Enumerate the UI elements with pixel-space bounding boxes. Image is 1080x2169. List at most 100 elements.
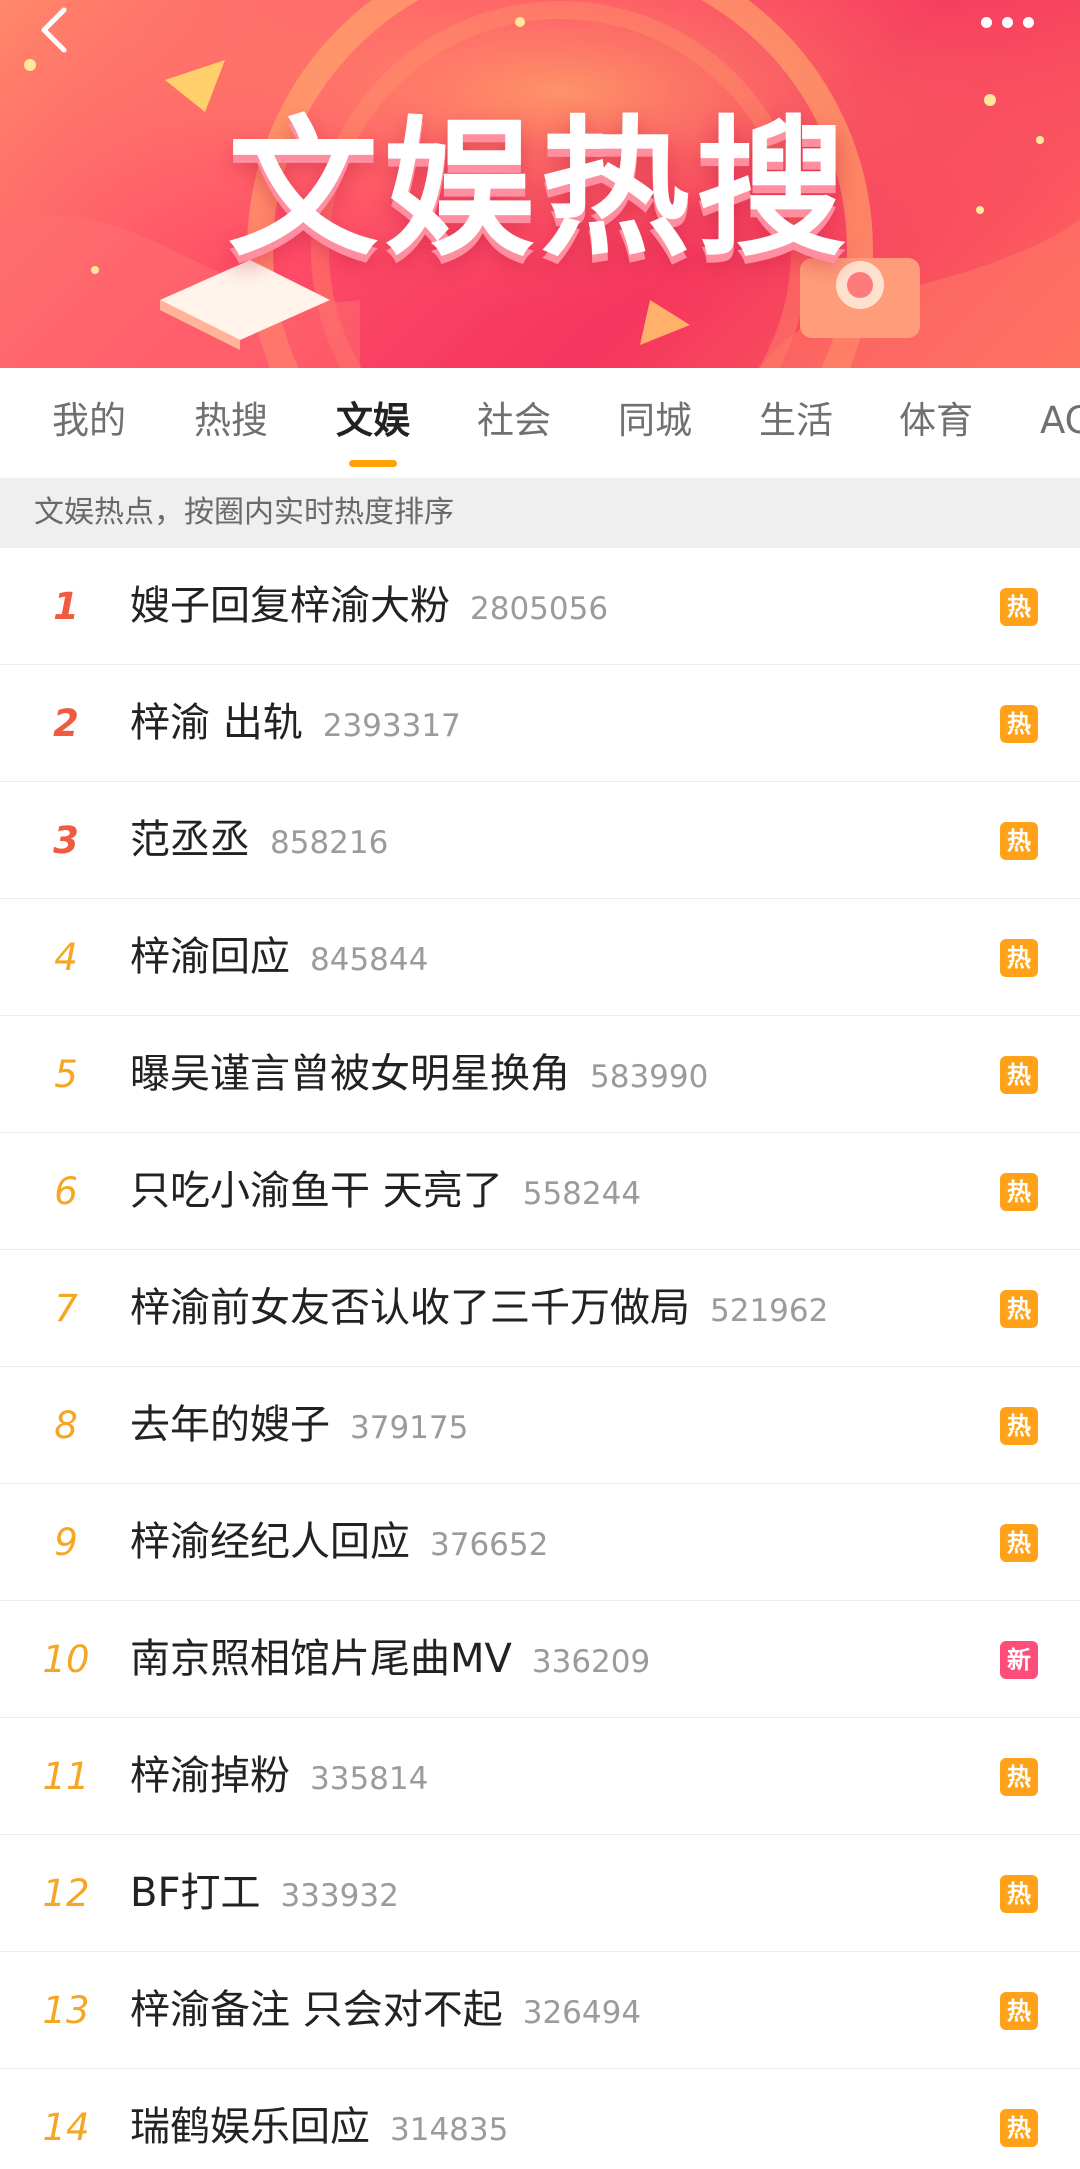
tab-society[interactable]: 社会 bbox=[477, 396, 551, 446]
list-item[interactable]: 11 梓渝掉粉 335814 热 bbox=[0, 1718, 1080, 1835]
rank-number: 14 bbox=[42, 2106, 90, 2149]
hot-badge: 热 bbox=[1000, 1407, 1038, 1445]
tab-local[interactable]: 同城 bbox=[618, 396, 692, 446]
heat-count: 376652 bbox=[430, 1527, 549, 1563]
item-title: 嫂子回复梓渝大粉 bbox=[130, 583, 450, 629]
more-button[interactable] bbox=[962, 2, 1052, 42]
rank-number: 1 bbox=[53, 585, 79, 628]
hot-badge: 热 bbox=[1000, 1290, 1038, 1328]
item-title: 瑞鹤娱乐回应 bbox=[130, 2104, 370, 2150]
item-text: 范丞丞 858216 bbox=[130, 782, 388, 899]
rank-number: 2 bbox=[53, 702, 79, 745]
item-title: 梓渝 出轨 bbox=[130, 700, 303, 746]
list-item[interactable]: 13 梓渝备注 只会对不起 326494 热 bbox=[0, 1952, 1080, 2069]
heat-count: 521962 bbox=[710, 1293, 829, 1329]
hot-badge: 热 bbox=[1000, 705, 1038, 743]
item-title: 南京照相馆片尾曲MV bbox=[130, 1636, 512, 1682]
hot-badge: 热 bbox=[1000, 1875, 1038, 1913]
list-item[interactable]: 3 范丞丞 858216 热 bbox=[0, 782, 1080, 899]
list-item[interactable]: 7 梓渝前女友否认收了三千万做局 521962 热 bbox=[0, 1250, 1080, 1367]
heat-count: 379175 bbox=[350, 1410, 469, 1446]
heat-count: 2805056 bbox=[470, 591, 609, 627]
more-dot bbox=[1001, 16, 1013, 28]
category-tabs: 我的 热搜 文娱 社会 同城 生活 体育 AC bbox=[0, 368, 1080, 478]
rank-number: 12 bbox=[42, 1872, 90, 1915]
heat-count: 335814 bbox=[310, 1761, 429, 1797]
rank-number: 5 bbox=[54, 1053, 78, 1096]
item-text: 梓渝掉粉 335814 bbox=[130, 1718, 428, 1835]
item-title: 去年的嫂子 bbox=[130, 1402, 330, 1448]
item-text: 梓渝 出轨 2393317 bbox=[130, 665, 461, 782]
more-dot bbox=[1022, 16, 1034, 28]
new-badge: 新 bbox=[1000, 1641, 1038, 1679]
item-text: 嫂子回复梓渝大粉 2805056 bbox=[130, 548, 608, 665]
rank-number: 10 bbox=[42, 1638, 90, 1681]
heat-count: 583990 bbox=[590, 1059, 709, 1095]
list-item[interactable]: 14 瑞鹤娱乐回应 314835 热 bbox=[0, 2069, 1080, 2169]
list-item[interactable]: 9 梓渝经纪人回应 376652 热 bbox=[0, 1484, 1080, 1601]
list-item[interactable]: 6 只吃小渝鱼干 天亮了 558244 热 bbox=[0, 1133, 1080, 1250]
hot-badge: 热 bbox=[1000, 1056, 1038, 1094]
item-title: 梓渝回应 bbox=[130, 934, 290, 980]
item-text: 瑞鹤娱乐回应 314835 bbox=[130, 2069, 508, 2169]
rank-number: 6 bbox=[54, 1170, 78, 1213]
item-text: 南京照相馆片尾曲MV 336209 bbox=[130, 1601, 650, 1718]
item-title: 曝吴谨言曾被女明星换角 bbox=[130, 1051, 570, 1097]
item-text: 梓渝回应 845844 bbox=[130, 899, 428, 1016]
hot-badge: 热 bbox=[1000, 939, 1038, 977]
item-title: 只吃小渝鱼干 天亮了 bbox=[130, 1168, 503, 1214]
item-title: 梓渝经纪人回应 bbox=[130, 1519, 410, 1565]
heat-count: 858216 bbox=[270, 825, 389, 861]
heat-count: 333932 bbox=[280, 1878, 399, 1914]
item-title: BF打工 bbox=[130, 1870, 261, 1916]
heat-count: 2393317 bbox=[322, 708, 461, 744]
item-text: 梓渝备注 只会对不起 326494 bbox=[130, 1952, 641, 2069]
list-item[interactable]: 8 去年的嫂子 379175 热 bbox=[0, 1367, 1080, 1484]
item-text: 梓渝经纪人回应 376652 bbox=[130, 1484, 548, 1601]
list-item[interactable]: 4 梓渝回应 845844 热 bbox=[0, 899, 1080, 1016]
item-title: 梓渝掉粉 bbox=[130, 1753, 290, 1799]
item-text: 去年的嫂子 379175 bbox=[130, 1367, 468, 1484]
hot-search-list: 1 嫂子回复梓渝大粉 2805056 热 2 梓渝 出轨 2393317 热 3 范丞丞 85821… bbox=[0, 548, 1080, 2169]
tab-sports[interactable]: 体育 bbox=[899, 396, 973, 446]
banner-title: 文娱热搜 bbox=[227, 103, 852, 277]
item-title: 梓渝备注 只会对不起 bbox=[130, 1987, 503, 2033]
tab-mine[interactable]: 我的 bbox=[52, 396, 126, 446]
item-text: BF打工 333932 bbox=[130, 1835, 399, 1952]
hot-badge: 热 bbox=[1000, 588, 1038, 626]
list-item[interactable]: 12 BF打工 333932 热 bbox=[0, 1835, 1080, 1952]
heat-count: 326494 bbox=[522, 1995, 642, 2031]
heat-count: 314835 bbox=[390, 2112, 509, 2148]
heat-count: 558244 bbox=[522, 1176, 642, 1212]
rank-number: 7 bbox=[54, 1287, 78, 1330]
item-text: 梓渝前女友否认收了三千万做局 521962 bbox=[130, 1250, 828, 1367]
active-tab-indicator bbox=[349, 460, 397, 467]
heat-count: 845844 bbox=[310, 942, 429, 978]
hot-badge: 热 bbox=[1000, 1173, 1038, 1211]
rank-number: 13 bbox=[42, 1989, 90, 2032]
list-item[interactable]: 2 梓渝 出轨 2393317 热 bbox=[0, 665, 1080, 782]
hot-badge: 热 bbox=[1000, 2109, 1038, 2147]
list-item[interactable]: 5 曝吴谨言曾被女明星换角 583990 热 bbox=[0, 1016, 1080, 1133]
hot-badge: 热 bbox=[1000, 1524, 1038, 1562]
hot-badge: 热 bbox=[1000, 1992, 1038, 2030]
item-title: 梓渝前女友否认收了三千万做局 bbox=[130, 1285, 690, 1331]
more-dots-icon bbox=[980, 16, 992, 28]
list-item[interactable]: 10 南京照相馆片尾曲MV 336209 新 bbox=[0, 1601, 1080, 1718]
tab-entertainment[interactable]: 文娱 bbox=[336, 396, 410, 446]
item-text: 只吃小渝鱼干 天亮了 558244 bbox=[130, 1133, 641, 1250]
hot-badge: 热 bbox=[1000, 822, 1038, 860]
rank-number: 11 bbox=[42, 1755, 90, 1798]
rank-number: 3 bbox=[53, 819, 79, 862]
tab-acg[interactable]: AC bbox=[1040, 396, 1080, 446]
item-text: 曝吴谨言曾被女明星换角 583990 bbox=[130, 1016, 708, 1133]
hot-badge: 热 bbox=[1000, 1758, 1038, 1796]
list-description: 文娱热点，按圈内实时热度排序 bbox=[0, 478, 1080, 548]
back-button[interactable] bbox=[28, 2, 84, 58]
list-item[interactable]: 1 嫂子回复梓渝大粉 2805056 热 bbox=[0, 548, 1080, 665]
tab-life[interactable]: 生活 bbox=[759, 396, 833, 446]
tab-hot-search[interactable]: 热搜 bbox=[194, 396, 268, 446]
rank-number: 9 bbox=[54, 1521, 78, 1564]
heat-count: 336209 bbox=[531, 1644, 651, 1680]
rank-number: 8 bbox=[54, 1404, 78, 1447]
